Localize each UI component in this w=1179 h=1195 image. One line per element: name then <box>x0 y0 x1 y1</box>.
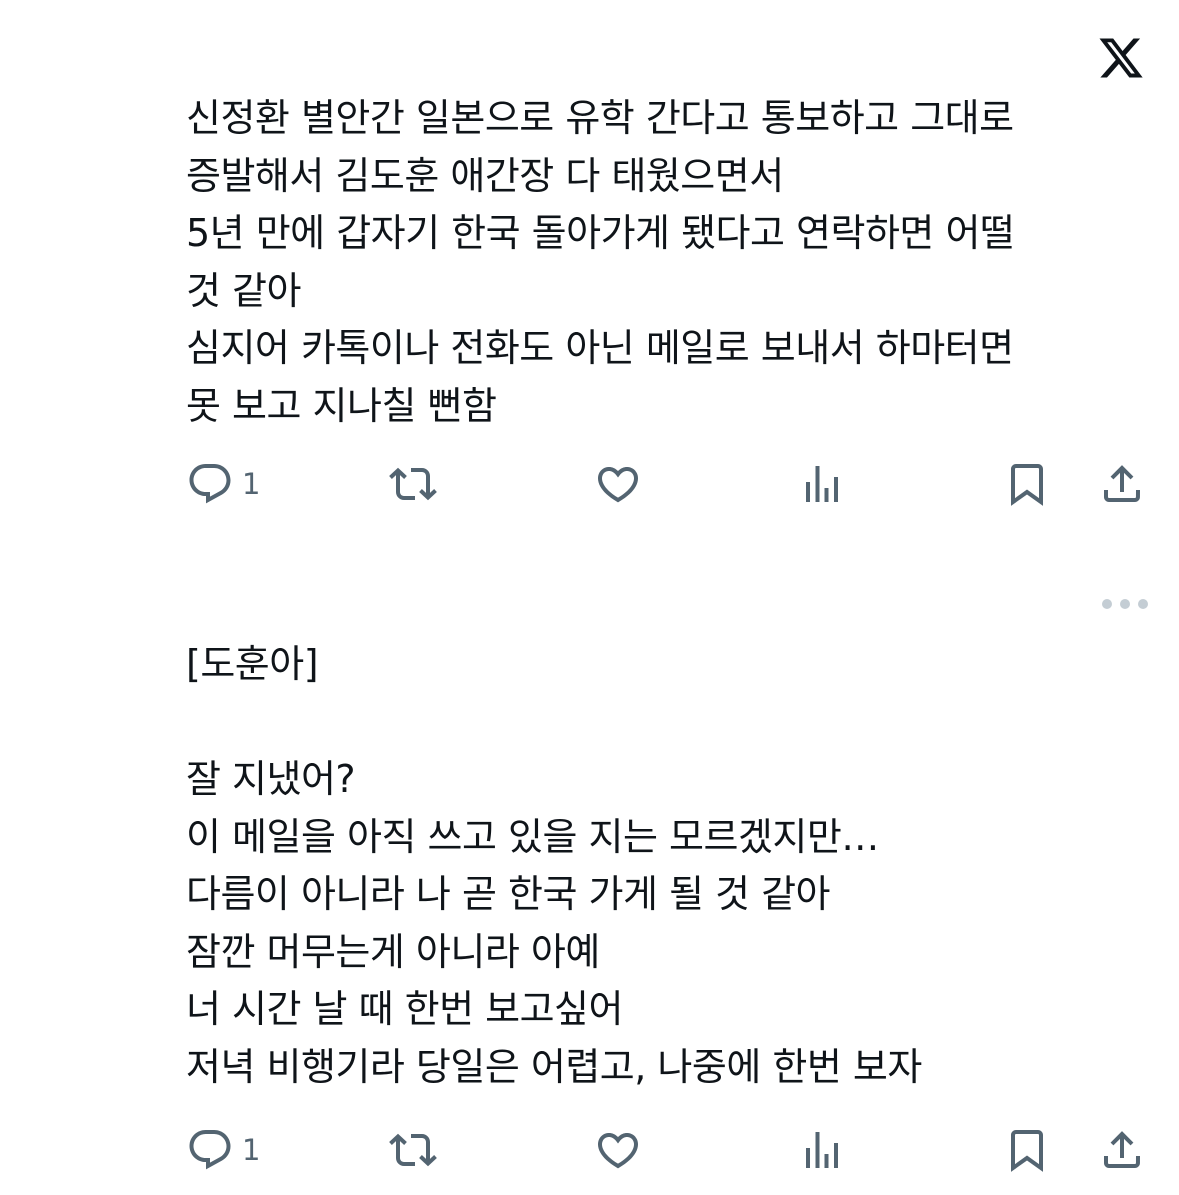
reply-button[interactable]: 1 <box>186 460 260 508</box>
tweet-actions-2: 1 <box>0 1126 1179 1174</box>
dot <box>1120 599 1130 609</box>
tweet-line: 심지어 카톡이나 전화도 아닌 메일로 보내서 하마터면 <box>186 326 1014 370</box>
like-button[interactable] <box>594 1126 642 1174</box>
share-icon <box>1104 1131 1140 1168</box>
tweet-line: 다름이 아니라 나 곧 한국 가게 될 것 같아 <box>186 872 831 916</box>
tweet-line: 너 시간 날 때 한번 보고싶어 <box>186 987 623 1031</box>
views-button[interactable] <box>798 460 846 508</box>
tweet-line: 이 메일을 아직 쓰고 있을 지는 모르겠지만… <box>186 814 879 859</box>
like-icon <box>597 1133 639 1169</box>
retweet-icon <box>389 467 437 501</box>
reply-count: 1 <box>242 1133 261 1167</box>
tweet-text-2: [도훈아] 잘 지냈어? 이 메일을 아직 쓰고 있을 지는 모르겠지만… 다름… <box>186 636 1146 1096</box>
more-icon[interactable] <box>1102 596 1148 612</box>
dot <box>1102 599 1112 609</box>
x-logo-icon <box>1099 38 1143 78</box>
reply-icon <box>189 1130 231 1170</box>
tweet-line: 5년 만에 갑자기 한국 돌아가게 됐다고 연락하면 어떨 <box>186 211 1015 255</box>
tweet-text-1: 신정환 별안간 일본으로 유학 간다고 통보하고 그대로 증발해서 김도훈 애간… <box>186 90 1146 435</box>
like-button[interactable] <box>594 460 642 508</box>
share-icon <box>1104 465 1140 502</box>
tweet-line: 잘 지냈어? <box>186 757 356 801</box>
reply-button[interactable]: 1 <box>186 1126 260 1174</box>
retweet-button[interactable] <box>389 1126 437 1174</box>
like-icon <box>597 467 639 503</box>
tweet-line: 못 보고 지나칠 뻔함 <box>186 383 497 428</box>
bookmark-button[interactable] <box>1003 460 1051 508</box>
reply-icon <box>189 464 231 504</box>
bookmark-icon <box>1011 464 1043 506</box>
views-button[interactable] <box>798 1126 846 1174</box>
tweet-line: 저녁 비행기라 당일은 어렵고, 나중에 한번 보자 <box>186 1044 922 1089</box>
dot <box>1138 599 1148 609</box>
views-icon <box>806 1132 838 1168</box>
retweet-button[interactable] <box>389 460 437 508</box>
tweet-line: [도훈아] <box>186 642 319 686</box>
tweet-line: 증발해서 김도훈 애간장 다 태웠으면서 <box>186 153 784 198</box>
retweet-icon <box>389 1133 437 1167</box>
bookmark-button[interactable] <box>1003 1126 1051 1174</box>
tweet-line: 것 같아 <box>186 268 301 313</box>
tweet-line: 신정환 별안간 일본으로 유학 간다고 통보하고 그대로 <box>186 96 1014 140</box>
tweet-actions-1: 1 <box>0 460 1179 508</box>
reply-count: 1 <box>242 467 261 501</box>
share-button[interactable] <box>1098 460 1146 508</box>
bookmark-icon <box>1011 1130 1043 1172</box>
share-button[interactable] <box>1098 1126 1146 1174</box>
views-icon <box>806 466 838 502</box>
tweet-line: 잠깐 머무는게 아니라 아예 <box>186 929 600 974</box>
